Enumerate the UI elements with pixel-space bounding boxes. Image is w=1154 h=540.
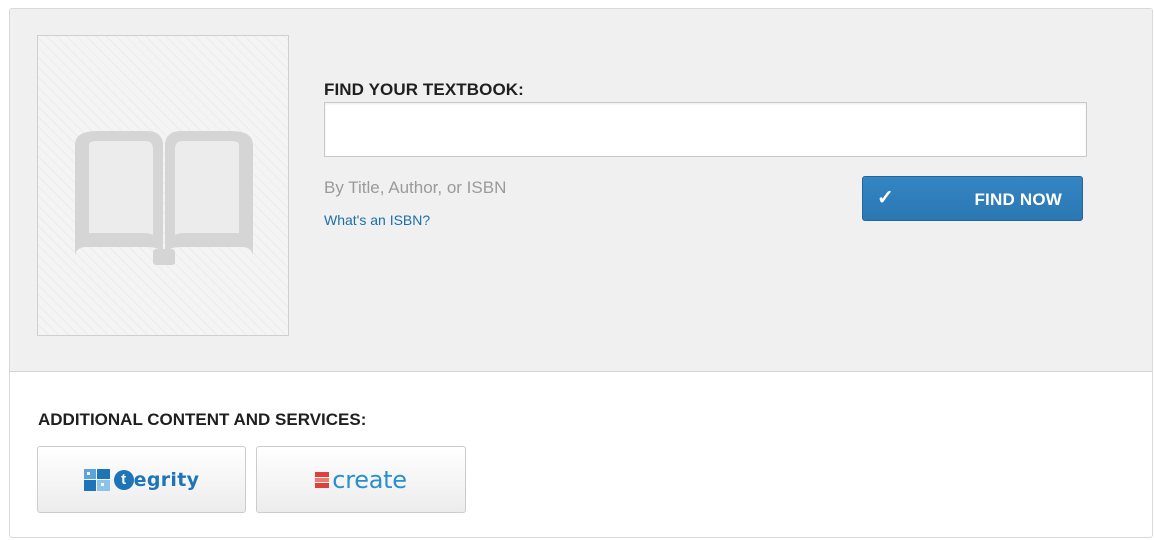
tegrity-logo-icon: t egrity	[83, 468, 200, 491]
textbook-search-input[interactable]	[324, 102, 1087, 157]
create-logo-icon: create	[315, 466, 407, 494]
tegrity-button[interactable]: t egrity	[37, 446, 246, 513]
additional-content-label: ADDITIONAL CONTENT AND SERVICES:	[38, 410, 367, 429]
find-now-label: FIND NOW	[974, 190, 1062, 209]
textbook-finder: FIND YOUR TEXTBOOK: By Title, Author, or…	[9, 8, 1153, 538]
search-hint: By Title, Author, or ISBN	[324, 178, 507, 197]
find-textbook-label: FIND YOUR TEXTBOOK:	[324, 80, 524, 99]
search-panel: FIND YOUR TEXTBOOK: By Title, Author, or…	[10, 9, 1152, 372]
create-button[interactable]: create	[256, 446, 466, 513]
whats-an-isbn-link[interactable]: What's an ISBN?	[324, 212, 430, 228]
find-now-button[interactable]: ✓ FIND NOW	[862, 176, 1083, 221]
checkmark-icon: ✓	[877, 187, 894, 209]
book-cover-placeholder	[37, 35, 289, 336]
open-book-icon	[75, 131, 253, 265]
